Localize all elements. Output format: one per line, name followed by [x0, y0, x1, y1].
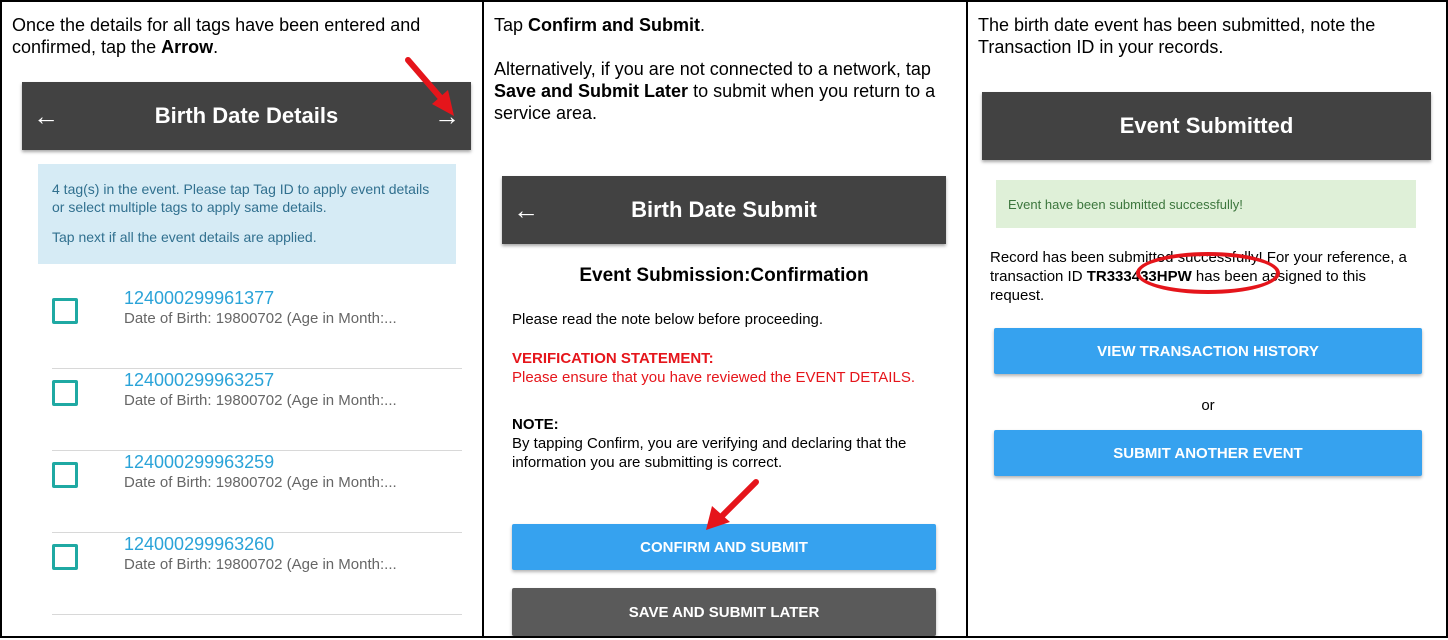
note-intro: Please read the note below before procee…	[512, 311, 824, 328]
event-submitted-appbar: Event Submitted	[982, 92, 1431, 160]
tag-id-link[interactable]: 124000299963259	[124, 452, 274, 473]
appbar-title: Birth Date Details	[154, 103, 339, 128]
transaction-id-highlight	[1136, 252, 1280, 294]
save-and-submit-later-button[interactable]: SAVE AND SUBMIT LATER	[512, 588, 936, 636]
tag-id-link[interactable]: 124000299963260	[124, 534, 274, 555]
tag-id-link[interactable]: 124000299961377	[124, 288, 274, 309]
submit-another-event-button[interactable]: SUBMIT ANOTHER EVENT	[994, 430, 1422, 476]
tag-row[interactable]: 124000299963257 Date of Birth: 19800702 …	[52, 368, 462, 451]
confirmation-heading: Event Submission:Confirmation	[579, 265, 869, 286]
note-text: By tapping Confirm, you are verifying an…	[512, 435, 907, 471]
or-text: or	[1201, 397, 1215, 414]
panel1-instruction: Once the details for all tags have been …	[12, 15, 421, 57]
view-transaction-history-button[interactable]: VIEW TRANSACTION HISTORY	[994, 328, 1422, 374]
tag-checkbox[interactable]	[52, 462, 78, 488]
panel2-instruction-1: Tap Confirm and Submit.	[494, 15, 706, 35]
tag-id-link[interactable]: 124000299963257	[124, 370, 274, 391]
info-line-1: 4 tag(s) in the event. Please tap Tag ID…	[52, 181, 430, 215]
success-alert: Event have been submitted successfully!	[996, 180, 1416, 228]
panel2-instruction-2: Alternatively, if you are not connected …	[494, 59, 936, 123]
panel-event-submitted: The birth date event has been submitted,…	[966, 0, 1448, 638]
tag-detail: Date of Birth: 19800702 (Age in Month:..…	[124, 392, 397, 409]
back-arrow-icon[interactable]: ←	[502, 197, 550, 223]
tag-row[interactable]: 124000299961377 Date of Birth: 19800702 …	[52, 286, 462, 369]
tag-row[interactable]: 124000299963259 Date of Birth: 19800702 …	[52, 450, 462, 533]
annotation-arrow-icon	[706, 479, 759, 530]
tag-row[interactable]: 124000299963260 Date of Birth: 19800702 …	[52, 532, 462, 615]
note-title: NOTE:	[512, 416, 559, 433]
annotation-arrow-icon	[405, 57, 454, 116]
tag-detail: Date of Birth: 19800702 (Age in Month:..…	[124, 474, 397, 491]
appbar-title: Event Submitted	[1119, 113, 1294, 138]
panel-birth-date-submit: Tap Confirm and Submit. Alternatively, i…	[482, 0, 968, 638]
back-arrow-icon[interactable]: ←	[22, 103, 70, 129]
birth-date-submit-appbar: ← Birth Date Submit	[502, 176, 946, 244]
appbar-title: Birth Date Submit	[631, 197, 817, 222]
info-box: 4 tag(s) in the event. Please tap Tag ID…	[38, 164, 456, 264]
verification-title: VERIFICATION STATEMENT:	[512, 350, 714, 367]
info-line-2: Tap next if all the event details are ap…	[52, 229, 317, 245]
tag-detail: Date of Birth: 19800702 (Age in Month:..…	[124, 556, 397, 573]
panel-birth-date-details: Once the details for all tags have been …	[0, 0, 484, 638]
tag-detail: Date of Birth: 19800702 (Age in Month:..…	[124, 310, 397, 327]
panel3-instruction: The birth date event has been submitted,…	[978, 15, 1376, 57]
verification-text: Please ensure that you have reviewed the…	[512, 369, 915, 386]
tag-checkbox[interactable]	[52, 380, 78, 406]
tag-checkbox[interactable]	[52, 544, 78, 570]
tag-checkbox[interactable]	[52, 298, 78, 324]
